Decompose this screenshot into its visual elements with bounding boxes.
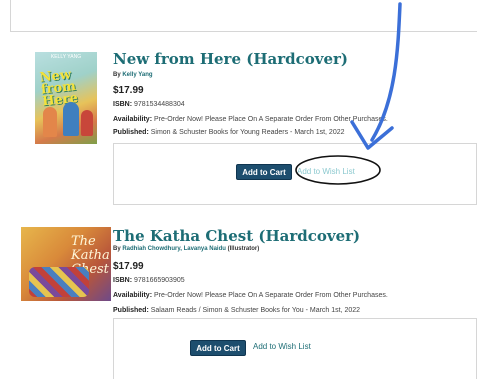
isbn-line: ISBN: 9781665903905 [113, 277, 185, 284]
author-link[interactable]: Kelly Yang [122, 72, 152, 78]
published-value: Simon & Schuster Books for Young Readers… [150, 129, 345, 136]
published-label: Published: [113, 129, 149, 136]
product-byline: By Radhiah Chowdhury, Lavanya Naidu (Ill… [113, 246, 259, 252]
product-title-link[interactable]: The Katha Chest (Hardcover) [113, 227, 360, 245]
published-line: Published: Salaam Reads / Simon & Schust… [113, 307, 360, 314]
availability-line: Availability: Pre-Order Now! Please Plac… [113, 292, 388, 299]
isbn-label: ISBN: [113, 101, 133, 108]
availability-label: Availability: [113, 292, 153, 299]
isbn-label: ISBN: [113, 277, 133, 284]
author-link[interactable]: Radhiah Chowdhury, Lavanya Naidu [122, 246, 226, 252]
cover-author-text: KELLY YANG [50, 54, 82, 60]
availability-label: Availability: [113, 116, 153, 123]
add-to-cart-button[interactable]: Add to Cart [236, 164, 292, 180]
book-cover-new-from-here[interactable]: KELLY YANG New from Here [35, 52, 97, 144]
availability-value: Pre-Order Now! Please Place On A Separat… [153, 116, 388, 123]
by-prefix: By [113, 246, 123, 252]
by-prefix: By [113, 72, 123, 78]
published-label: Published: [113, 307, 149, 314]
product-price: $17.99 [113, 261, 144, 272]
isbn-line: ISBN: 9781534488304 [113, 101, 185, 108]
product-title-link[interactable]: New from Here (Hardcover) [113, 50, 348, 68]
published-value: Salaam Reads / Simon & Schuster Books fo… [150, 307, 361, 314]
previous-item-box [10, 0, 477, 32]
product-price: $17.99 [113, 85, 144, 96]
add-to-wish-list-link[interactable]: Add to Wish List [253, 342, 311, 351]
add-to-cart-button[interactable]: Add to Cart [190, 340, 246, 356]
cover-illustration [43, 107, 57, 137]
product-byline: By Kelly Yang [113, 72, 153, 78]
availability-value: Pre-Order Now! Please Place On A Separat… [153, 292, 388, 299]
cover-illustration [29, 267, 89, 297]
cover-illustration [81, 110, 93, 136]
book-cover-katha-chest[interactable]: The Katha Chest [21, 227, 111, 301]
add-to-wish-list-link[interactable]: Add to Wish List [297, 167, 355, 176]
availability-line: Availability: Pre-Order Now! Please Plac… [113, 116, 388, 123]
isbn-value: 9781534488304 [134, 101, 185, 108]
published-line: Published: Simon & Schuster Books for Yo… [113, 129, 345, 136]
cover-illustration [63, 102, 79, 136]
cart-actions-box [113, 143, 477, 205]
isbn-value: 9781665903905 [134, 277, 185, 284]
author-role: (Illustrator) [225, 246, 260, 252]
